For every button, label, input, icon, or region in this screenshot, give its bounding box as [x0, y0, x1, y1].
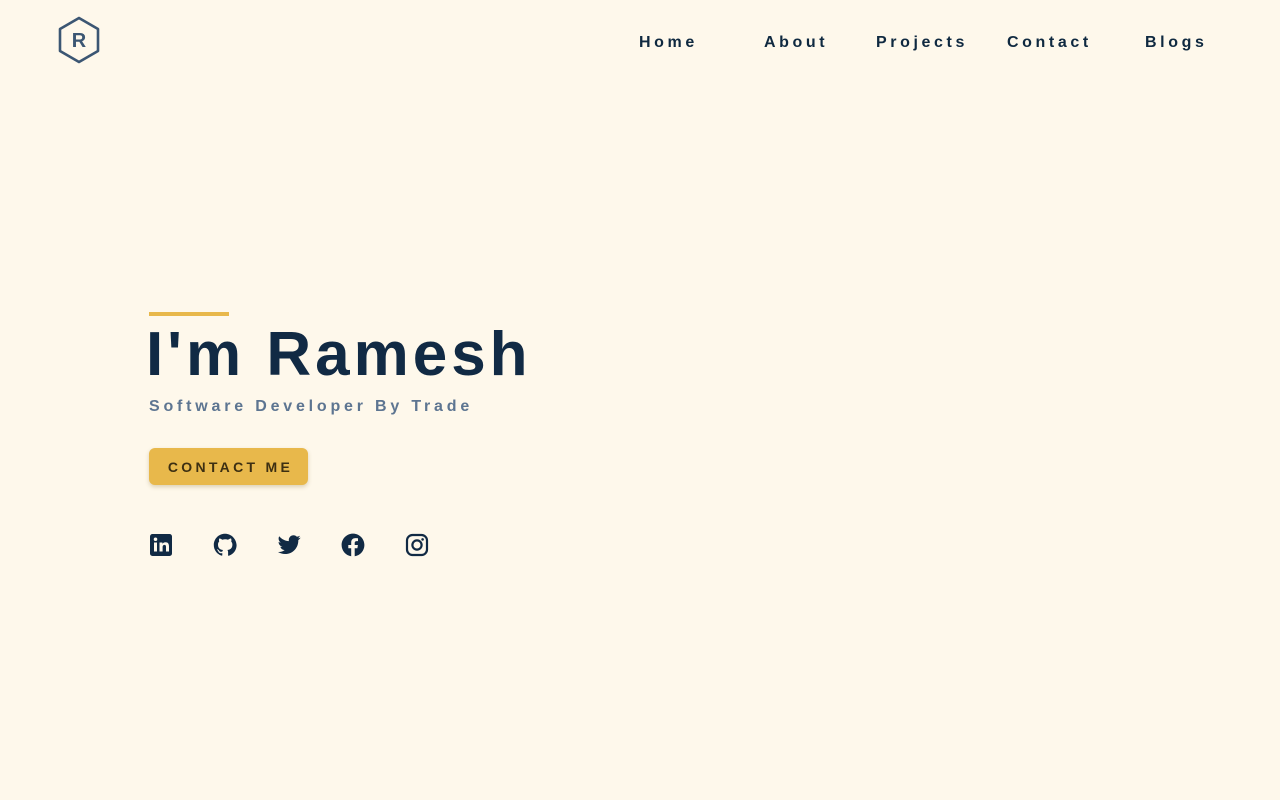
site-logo[interactable]: R [57, 16, 101, 64]
nav-blogs[interactable]: Blogs [1145, 34, 1207, 52]
hexagon-r-logo-icon: R [58, 16, 100, 64]
nav-about[interactable]: About [764, 34, 828, 52]
nav-home[interactable]: Home [639, 34, 698, 52]
title-accent-bar [149, 312, 229, 316]
facebook-link[interactable] [341, 533, 365, 557]
twitter-icon [277, 535, 301, 554]
twitter-link[interactable] [277, 533, 301, 557]
facebook-icon [341, 533, 365, 557]
nav-projects[interactable]: Projects [876, 34, 968, 52]
hero-title: I'm Ramesh [146, 320, 532, 389]
github-icon [213, 533, 237, 556]
github-link[interactable] [213, 533, 237, 557]
nav-contact[interactable]: Contact [1007, 34, 1092, 52]
linkedin-link[interactable] [149, 533, 173, 557]
instagram-icon [405, 533, 429, 557]
logo-letter: R [72, 30, 87, 52]
instagram-link[interactable] [405, 533, 429, 557]
contact-me-button[interactable]: CONTACT ME [149, 448, 308, 485]
page: R Home About Projects Contact Blogs I'm … [0, 0, 1280, 800]
hero-subtitle: Software Developer By Trade [149, 398, 474, 415]
linkedin-icon [150, 534, 172, 556]
